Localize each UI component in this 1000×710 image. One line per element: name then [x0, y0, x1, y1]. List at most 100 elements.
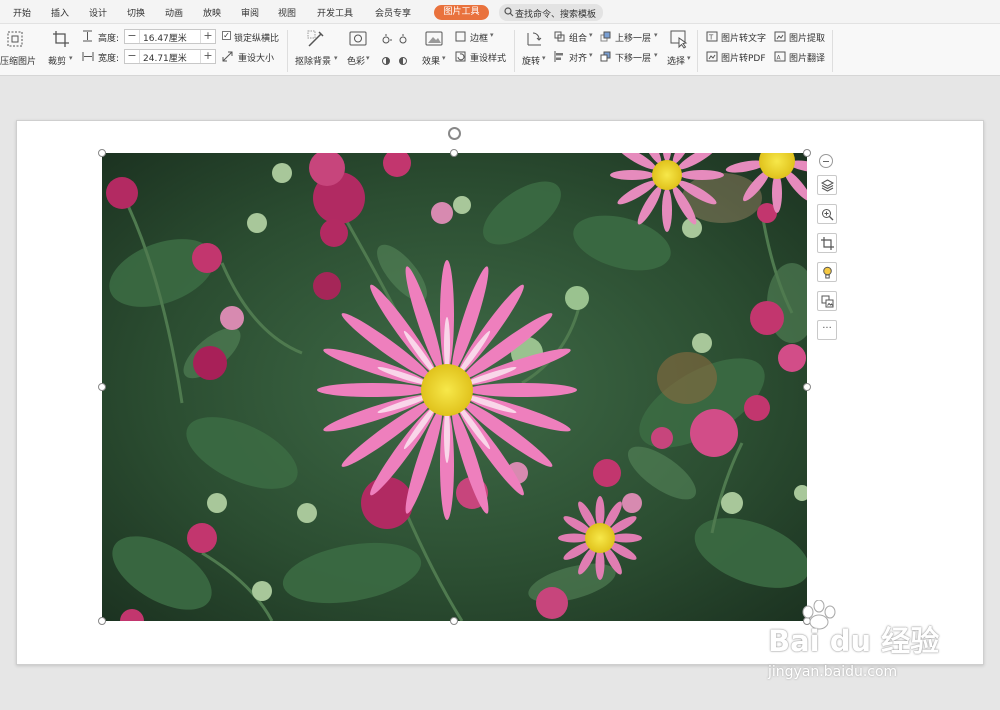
search-icon	[504, 7, 514, 17]
menu-developer[interactable]: 开发工具	[317, 6, 353, 19]
compress-icon	[7, 31, 23, 47]
ribbon-divider	[287, 30, 288, 72]
resize-handle-top-left[interactable]	[98, 149, 106, 157]
ribbon-divider	[697, 30, 698, 72]
image-to-pdf-icon	[706, 51, 718, 62]
ribbon-divider	[832, 30, 833, 72]
send-backward-icon	[600, 51, 611, 62]
rotate-label: 旋转	[522, 57, 541, 67]
svg-text:T: T	[708, 34, 714, 42]
color-picture-icon	[349, 31, 367, 46]
lock-ratio-label: 锁定纵横比	[234, 34, 280, 44]
remove-background-label: 抠除背景	[295, 57, 332, 67]
menu-slideshow[interactable]: 放映	[203, 6, 221, 19]
contrast-down-icon[interactable]	[397, 55, 409, 67]
ribbon-divider	[514, 30, 515, 72]
height-value[interactable]: 16.47厘米	[143, 31, 187, 44]
image-translate-icon: A	[774, 51, 786, 62]
resize-handle-right[interactable]	[803, 383, 811, 391]
menu-animation[interactable]: 动画	[165, 6, 183, 19]
image-to-pdf-label: 图片转PDF	[721, 54, 766, 64]
align-icon	[554, 51, 563, 62]
baidu-jingyan-watermark: Bai du 经验 jingyan.baidu.com	[768, 600, 948, 690]
width-value[interactable]: 24.71厘米	[143, 51, 187, 64]
width-label: 宽度:	[98, 54, 120, 64]
image-to-text-icon: T	[706, 31, 718, 42]
menu-insert[interactable]: 插入	[51, 6, 69, 19]
bring-forward-label: 上移一层	[615, 34, 652, 44]
send-backward-dropdown-icon: ▾	[654, 51, 658, 59]
layers-icon	[821, 179, 834, 192]
watermark-logo-text: Bai du 经验	[768, 624, 940, 658]
crop-tool-icon	[821, 237, 834, 250]
more-options-button[interactable]: ···	[817, 320, 837, 340]
brightness-down-icon[interactable]	[397, 34, 409, 46]
border-icon	[455, 31, 466, 42]
image-translate-label: 图片翻译	[789, 54, 826, 64]
resize-handle-top[interactable]	[450, 149, 458, 157]
image-convert-icon	[821, 295, 834, 308]
height-icon	[83, 30, 92, 42]
menu-view[interactable]: 视图	[278, 6, 296, 19]
zoom-button[interactable]	[817, 204, 837, 224]
width-icon	[82, 52, 94, 61]
resize-handle-bottom-left[interactable]	[98, 617, 106, 625]
color-dropdown-icon: ▾	[366, 54, 370, 62]
svg-text:A: A	[777, 55, 782, 62]
height-decrease-button[interactable]: −	[125, 30, 140, 43]
height-increase-button[interactable]: +	[200, 30, 215, 43]
search-input[interactable]: 查找命令、搜索模板	[499, 4, 603, 21]
checkbox-check-icon: ✓	[222, 31, 231, 40]
height-stepper[interactable]: − 16.47厘米 +	[124, 29, 216, 44]
bring-forward-dropdown-icon: ▾	[654, 31, 658, 39]
resize-handle-top-right[interactable]	[803, 149, 811, 157]
width-stepper[interactable]: − 24.71厘米 +	[124, 49, 216, 64]
select-label: 选择	[667, 57, 686, 67]
remove-background-icon	[307, 30, 324, 47]
crop-label: 裁剪	[48, 57, 67, 67]
rotate-icon	[527, 32, 542, 46]
crop-tool-button[interactable]	[817, 233, 837, 253]
ribbon-toolbar: 压缩图片 裁剪 ▾ 高度: − 16.47厘米 + 宽度: − 24.71厘米 …	[0, 24, 1000, 76]
contrast-up-icon[interactable]	[380, 55, 392, 67]
compress-label: 压缩图片	[0, 57, 37, 67]
effect-label: 效果	[422, 57, 441, 67]
width-decrease-button[interactable]: −	[125, 50, 140, 63]
menu-review[interactable]: 审阅	[241, 6, 259, 19]
menu-design[interactable]: 设计	[89, 6, 107, 19]
layers-button[interactable]	[817, 175, 837, 195]
group-icon	[554, 31, 565, 42]
selected-flower-photo[interactable]	[102, 153, 807, 621]
group-label: 组合	[569, 34, 588, 44]
effect-dropdown-icon: ▾	[442, 54, 446, 62]
menu-start[interactable]: 开始	[13, 6, 31, 19]
menu-transition[interactable]: 切换	[127, 6, 145, 19]
align-label: 对齐	[569, 54, 588, 64]
resize-label: 重设大小	[238, 54, 275, 64]
search-placeholder: 查找命令、搜索模板	[515, 10, 597, 20]
select-icon	[670, 30, 688, 49]
border-label: 边框	[470, 34, 489, 44]
crop-dropdown-icon: ▾	[69, 54, 73, 62]
flower-photo-image	[102, 153, 807, 621]
brightness-up-icon[interactable]	[380, 34, 392, 46]
remove-bg-dropdown-icon: ▾	[334, 54, 338, 62]
tab-picture-tools[interactable]: 图片工具	[434, 5, 489, 20]
resize-handle-left[interactable]	[98, 383, 106, 391]
rotate-handle[interactable]	[448, 127, 461, 140]
send-backward-label: 下移一层	[615, 54, 652, 64]
lightbulb-icon	[823, 266, 832, 279]
collapse-toolbar-button[interactable]	[819, 154, 833, 168]
crop-icon	[53, 31, 69, 47]
menu-member[interactable]: 会员专享	[375, 6, 411, 19]
smart-suggestion-button[interactable]	[817, 262, 837, 282]
border-dropdown-icon: ▾	[490, 31, 494, 39]
resize-handle-bottom[interactable]	[450, 617, 458, 625]
select-dropdown-icon: ▾	[687, 54, 691, 62]
image-convert-button[interactable]	[817, 291, 837, 311]
menu-bar: 开始 插入 设计 切换 动画 放映 审阅 视图 开发工具 会员专享 图片工具 查…	[0, 0, 1000, 24]
height-label: 高度:	[98, 34, 120, 44]
reset-style-icon	[455, 51, 466, 62]
width-increase-button[interactable]: +	[200, 50, 215, 63]
image-extract-icon	[774, 31, 786, 42]
